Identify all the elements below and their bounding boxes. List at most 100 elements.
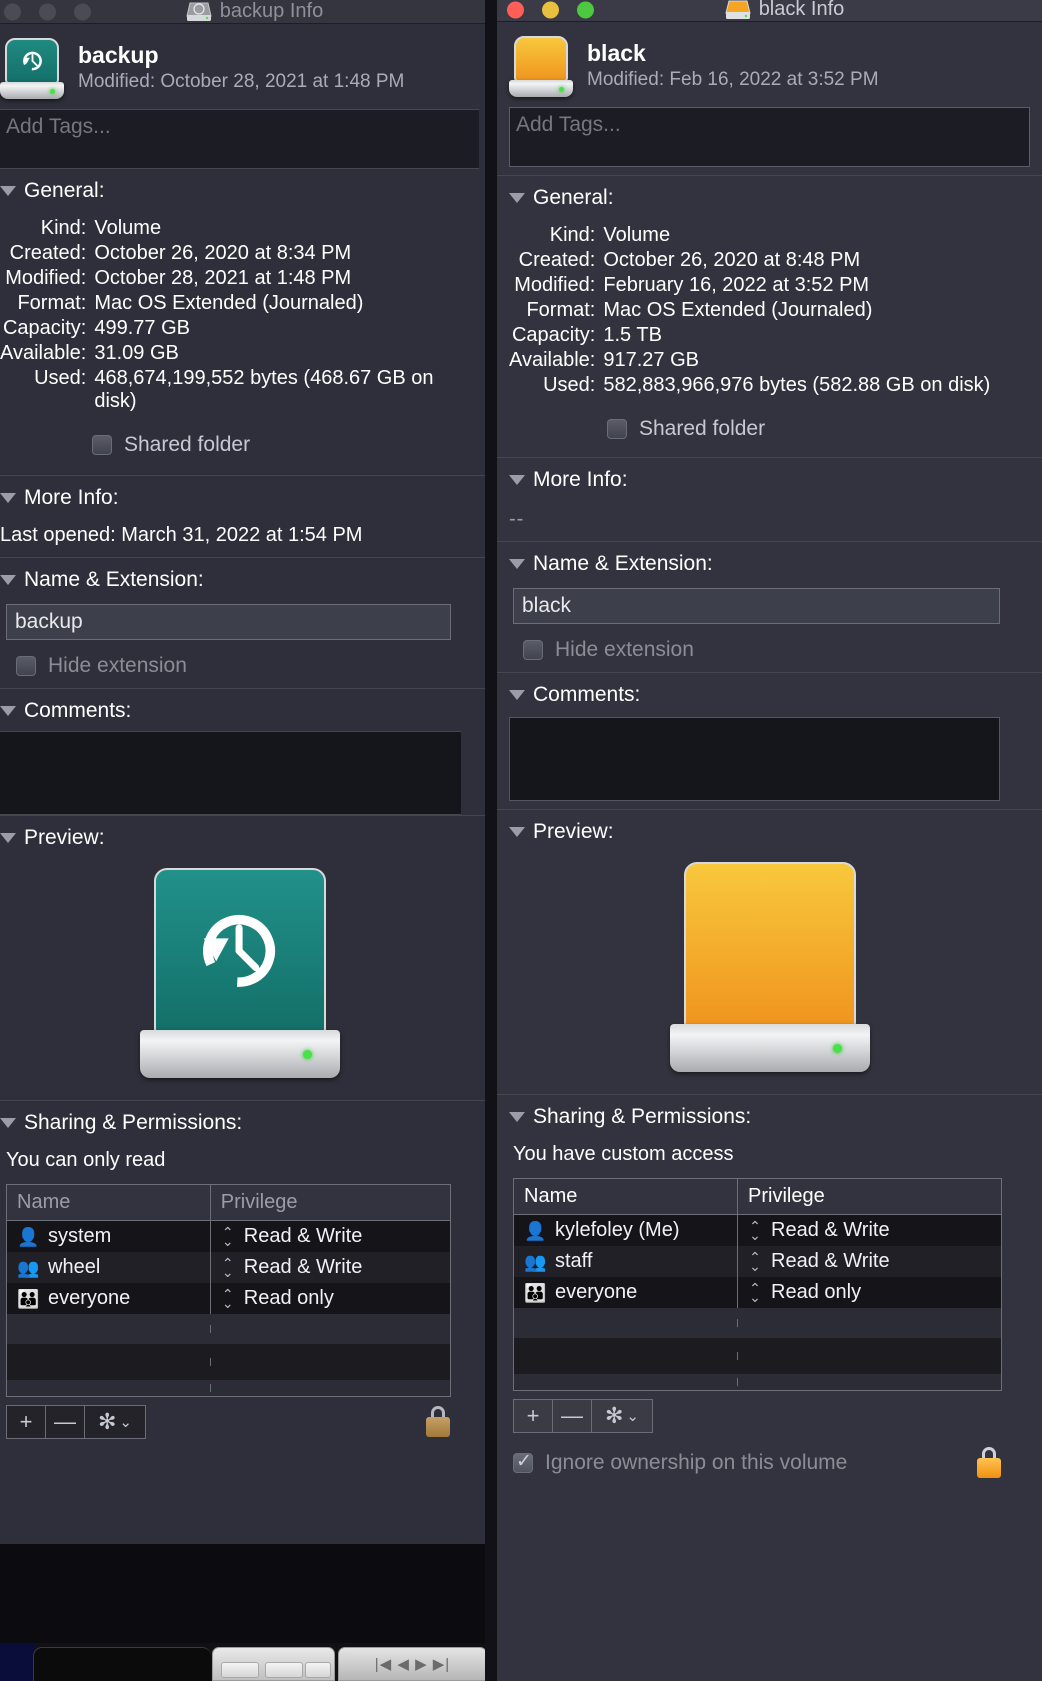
background-black-panel xyxy=(33,1647,211,1681)
disclosure-triangle-icon[interactable] xyxy=(0,493,16,503)
add-user-button[interactable]: + xyxy=(513,1399,553,1433)
background-toolbar-buttons[interactable] xyxy=(212,1647,335,1681)
table-row[interactable]: 👥 staff ⌃ ⌄ Read & Write xyxy=(514,1246,1001,1277)
shared-folder-row-black[interactable]: Shared folder xyxy=(607,417,1030,441)
hide-extension-row-black[interactable]: Hide extension xyxy=(523,638,1030,662)
disclosure-triangle-icon[interactable] xyxy=(0,575,16,585)
section-more-info-header-black[interactable]: More Info: xyxy=(509,468,1030,492)
hide-extension-row-backup[interactable]: Hide extension xyxy=(16,654,479,678)
permission-value[interactable]: Read & Write xyxy=(244,1225,363,1248)
permissions-table-header: Name Privilege xyxy=(7,1185,450,1221)
tags-field-black[interactable]: Add Tags... xyxy=(509,107,1030,167)
background-media-player[interactable]: |◀ ◀ ▶ ▶| xyxy=(0,1643,487,1681)
name-input-backup[interactable]: backup xyxy=(6,604,451,640)
action-gear-button[interactable]: ✻ ⌄ xyxy=(591,1399,653,1433)
stepper-icon[interactable]: ⌃ ⌄ xyxy=(748,1219,762,1242)
titlebar-black[interactable]: black Info xyxy=(497,0,1042,22)
section-comments-title: Comments: xyxy=(533,683,641,706)
disclosure-triangle-icon[interactable] xyxy=(509,1112,525,1122)
permission-value[interactable]: Read & Write xyxy=(771,1250,890,1273)
permissions-table-black[interactable]: Name Privilege 👤 kylefoley (Me) ⌃ ⌄ Read & … xyxy=(513,1178,1002,1391)
section-preview-header-black[interactable]: Preview: xyxy=(509,820,1030,844)
window-backup-info[interactable]: backup Info backup Modified: October 28,… xyxy=(0,0,485,1544)
permissions-toolbar-black[interactable]: + — ✻ ⌄ xyxy=(513,1399,1002,1433)
section-preview-header-backup[interactable]: Preview: xyxy=(0,826,479,850)
table-row-empty xyxy=(7,1314,450,1344)
shared-folder-checkbox[interactable] xyxy=(607,419,627,439)
disclosure-triangle-icon[interactable] xyxy=(0,186,16,196)
header-modified-label: Modified: xyxy=(78,71,156,93)
permission-value[interactable]: Read only xyxy=(244,1287,334,1310)
locked-padlock-icon[interactable] xyxy=(425,1406,451,1438)
capacity-label: Capacity: xyxy=(511,324,596,346)
column-header-privilege[interactable]: Privilege xyxy=(738,1179,1001,1214)
tags-field-backup[interactable]: Add Tags... xyxy=(0,109,479,169)
table-row[interactable]: 👪 everyone ⌃ ⌄ Read only xyxy=(7,1283,450,1314)
section-sharing-header-backup[interactable]: Sharing & Permissions: xyxy=(0,1111,479,1135)
single-user-icon: 👤 xyxy=(17,1226,40,1247)
disclosure-triangle-icon[interactable] xyxy=(0,833,16,843)
desktop-stage: |◀ ◀ ▶ ▶| backup Info backup Modified: O… xyxy=(0,0,1042,1681)
header-modified-value: October 28, 2021 at 1:48 PM xyxy=(160,71,405,93)
table-row[interactable]: 👤 kylefoley (Me) ⌃ ⌄ Read & Write xyxy=(514,1215,1001,1246)
section-general-header-black[interactable]: General: xyxy=(509,186,1030,210)
comments-textarea-backup[interactable] xyxy=(0,731,461,815)
stepper-icon[interactable]: ⌃ ⌄ xyxy=(748,1281,762,1304)
permissions-table-backup[interactable]: Name Privilege 👤 system ⌃ ⌄ Read & Write 👥 w… xyxy=(6,1184,451,1397)
window-black-info[interactable]: black Info black Modified: Feb 16, 2022 … xyxy=(497,0,1042,1681)
hide-extension-checkbox[interactable] xyxy=(16,656,36,676)
disclosure-triangle-icon[interactable] xyxy=(509,690,525,700)
permission-value[interactable]: Read & Write xyxy=(244,1256,363,1279)
section-more-info-header-backup[interactable]: More Info: xyxy=(0,486,479,510)
shared-folder-checkbox[interactable] xyxy=(92,435,112,455)
section-sharing-header-black[interactable]: Sharing & Permissions: xyxy=(509,1105,1030,1129)
column-header-name[interactable]: Name xyxy=(514,1179,739,1214)
action-gear-button[interactable]: ✻ ⌄ xyxy=(84,1405,146,1439)
remove-user-button[interactable]: — xyxy=(45,1405,85,1439)
kind-value: Volume xyxy=(603,224,671,246)
disclosure-triangle-icon[interactable] xyxy=(509,193,525,203)
column-header-privilege[interactable]: Privilege xyxy=(211,1185,450,1220)
section-name-extension-header-black[interactable]: Name & Extension: xyxy=(509,552,1030,576)
locked-padlock-icon[interactable] xyxy=(976,1447,1002,1479)
stepper-icon[interactable]: ⌃ ⌄ xyxy=(221,1225,235,1248)
toolbar-button-1[interactable] xyxy=(221,1662,259,1678)
permission-value[interactable]: Read & Write xyxy=(771,1219,890,1242)
permissions-toolbar-backup[interactable]: + — ✻ ⌄ xyxy=(6,1405,451,1439)
info-header-backup: backup Modified: October 28, 2021 at 1:4… xyxy=(0,24,479,109)
section-sharing-black: Sharing & Permissions: You have custom a… xyxy=(497,1095,1042,1479)
section-comments-header-backup[interactable]: Comments: xyxy=(0,699,479,723)
permissions-table-header: Name Privilege xyxy=(514,1179,1001,1215)
table-row[interactable]: 👥 wheel ⌃ ⌄ Read & Write xyxy=(7,1252,450,1283)
remove-user-button[interactable]: — xyxy=(552,1399,592,1433)
disclosure-triangle-icon[interactable] xyxy=(509,475,525,485)
section-general-header-backup[interactable]: General: xyxy=(0,179,479,203)
section-comments-header-black[interactable]: Comments: xyxy=(509,683,1030,707)
disclosure-triangle-icon[interactable] xyxy=(509,559,525,569)
table-row[interactable]: 👪 everyone ⌃ ⌄ Read only xyxy=(514,1277,1001,1308)
name-input-black[interactable]: black xyxy=(513,588,1000,624)
column-header-name[interactable]: Name xyxy=(7,1185,211,1220)
disclosure-triangle-icon[interactable] xyxy=(0,1118,16,1128)
stepper-icon[interactable]: ⌃ ⌄ xyxy=(221,1256,235,1279)
table-row[interactable]: 👤 system ⌃ ⌄ Read & Write xyxy=(7,1221,450,1252)
hide-extension-checkbox[interactable] xyxy=(523,640,543,660)
toolbar-button-2[interactable] xyxy=(265,1662,303,1678)
ignore-ownership-checkbox[interactable] xyxy=(513,1450,533,1473)
ignore-ownership-row[interactable]: Ignore ownership on this volume xyxy=(513,1447,1002,1479)
shared-folder-row-backup[interactable]: Shared folder xyxy=(92,433,479,457)
disclosure-triangle-icon[interactable] xyxy=(0,706,16,716)
window-title-backup: backup Info xyxy=(219,0,324,22)
titlebar-backup[interactable]: backup Info xyxy=(0,0,485,24)
stepper-icon[interactable]: ⌃ ⌄ xyxy=(221,1287,235,1310)
section-name-extension-header-backup[interactable]: Name & Extension: xyxy=(0,568,479,592)
toolbar-button-3[interactable] xyxy=(305,1662,331,1678)
section-general-title: General: xyxy=(533,186,614,209)
hide-extension-label: Hide extension xyxy=(555,638,694,661)
comments-textarea-black[interactable] xyxy=(509,717,1000,801)
permission-value[interactable]: Read only xyxy=(771,1281,861,1304)
stepper-icon[interactable]: ⌃ ⌄ xyxy=(748,1250,762,1273)
transport-controls[interactable]: |◀ ◀ ▶ ▶| xyxy=(338,1647,487,1681)
disclosure-triangle-icon[interactable] xyxy=(509,827,525,837)
add-user-button[interactable]: + xyxy=(6,1405,46,1439)
